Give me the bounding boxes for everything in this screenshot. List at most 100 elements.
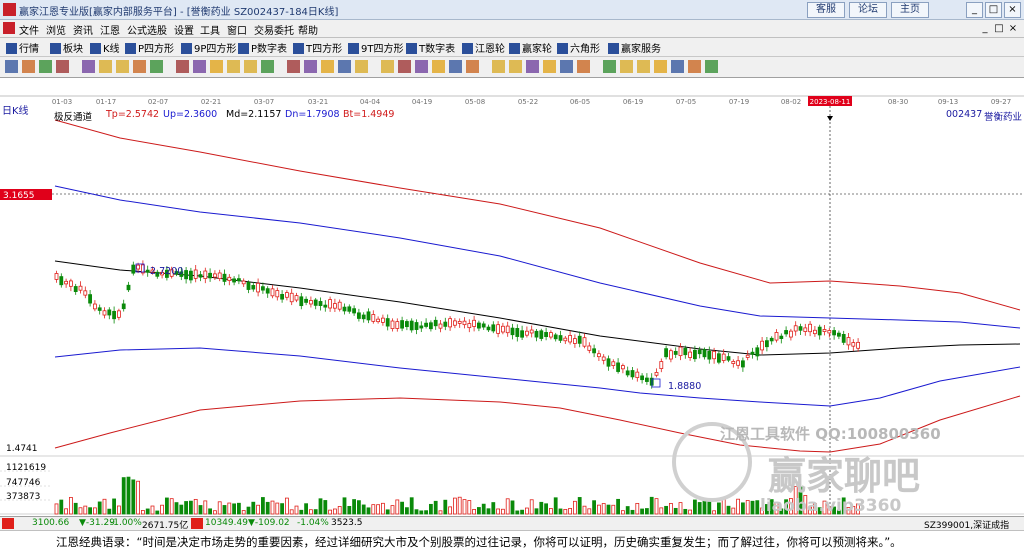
up-band-line [54,185,1021,329]
volume-bar [280,503,285,515]
last-icon[interactable] [210,60,223,73]
diary-icon[interactable] [543,60,556,73]
menu-settings[interactable]: 设置 [174,22,194,37]
arrow-icon[interactable] [466,60,479,73]
up-candle [275,290,280,298]
up-candle [846,337,851,346]
mdi-minimize-button[interactable]: _ [978,23,992,34]
down-candle [640,375,644,381]
forum-link[interactable]: 论坛 [849,2,887,18]
line-icon[interactable] [99,60,112,73]
color-icon[interactable] [654,60,667,73]
sector-button[interactable]: 板块 [50,40,83,55]
volume-bar [635,502,640,515]
maximize-button[interactable]: □ [985,2,1002,18]
gann-wheel-button[interactable]: 江恩轮 [462,40,505,55]
volume-bar [328,509,333,515]
kline-button[interactable]: K线 [90,40,120,55]
up-candle [793,325,798,332]
shrink-icon[interactable] [355,60,368,73]
p-square-button[interactable]: P四方形 [125,40,174,55]
menu-file[interactable]: 文件 [19,22,39,37]
ohlc-icon[interactable] [82,60,95,73]
mdi-close-button[interactable]: × [1006,23,1020,34]
down-candle [491,324,496,332]
up-candle [136,264,141,270]
export-icon[interactable] [603,60,616,73]
up-icon[interactable] [261,60,274,73]
ray-icon[interactable] [432,60,445,73]
winner-wheel-icon [509,43,520,54]
menu-formula-select[interactable]: 公式选股 [127,22,167,37]
kline-chart-panel[interactable]: 01-03 01-17 02-07 02-21 03-07 03-21 04-04 04-19… [0,78,1024,516]
volume-bar [352,499,357,515]
customer-service-link[interactable]: 客服 [807,2,845,18]
first-icon[interactable] [193,60,206,73]
zoom-in-icon[interactable] [304,60,317,73]
volume-bar [505,498,510,515]
expand-icon[interactable] [338,60,351,73]
candle-mode-icon[interactable] [56,60,69,73]
next-stock-icon[interactable] [176,60,189,73]
menu-help[interactable]: 帮助 [298,22,318,37]
volume-bar [669,503,673,515]
left-icon[interactable] [227,60,240,73]
pan-icon[interactable] [133,60,146,73]
menu-gann[interactable]: 江恩 [100,22,120,37]
winner-wheel-button[interactable]: 赢家轮 [509,40,552,55]
up-candle [529,329,534,334]
t-square-button[interactable]: T四方形 [293,40,342,55]
swap-icon[interactable] [637,60,650,73]
9p-square-button[interactable]: 9P四方形 [181,40,236,55]
homepage-link[interactable]: 主页 [891,2,929,18]
down-icon[interactable] [287,60,300,73]
volume-bar [467,500,472,515]
p-square-label: P四方形 [138,44,175,55]
calculator-icon[interactable] [526,60,539,73]
volume-bar [212,510,217,515]
right-icon[interactable] [244,60,257,73]
minimize-button[interactable]: _ [966,2,983,18]
9t-square-button[interactable]: 9T四方形 [348,40,403,55]
window-title: 赢家江恩专业版[赢家内部服务平台] - [誉衡药业 SZ002437-184日K… [19,7,339,18]
down-candle [145,269,150,273]
line-draw-icon[interactable] [415,60,428,73]
crosshair-icon[interactable] [5,60,18,73]
ruler-icon[interactable] [509,60,522,73]
volume-bar [342,497,347,515]
menu-tools[interactable]: 工具 [200,22,220,37]
prev-stock-icon[interactable] [150,60,163,73]
info-icon[interactable] [688,60,701,73]
cross-icon[interactable] [398,60,411,73]
volume-bar [452,497,457,515]
zoom-out-icon[interactable] [321,60,334,73]
mdi-restore-button[interactable]: □ [992,23,1006,34]
flag-icon[interactable] [705,60,718,73]
lock-icon[interactable] [560,60,573,73]
fund-icon[interactable] [116,60,129,73]
print-icon[interactable] [577,60,590,73]
up-candle [822,329,827,332]
menu-logo-icon[interactable] [3,22,15,34]
picture-icon[interactable] [620,60,633,73]
grid-icon[interactable] [492,60,505,73]
gann-quote-bar: 江恩经典语录：“时间是决定市场走势的重要因素，经过详细研究大市及个别股票的过往记… [0,530,1024,552]
zoom-icon[interactable] [22,60,35,73]
sz-index-amount: 3523.5 [331,518,363,528]
menu-info[interactable]: 资讯 [73,22,93,37]
menu-window[interactable]: 窗口 [227,22,247,37]
hexagon-button[interactable]: 六角形 [557,40,600,55]
close-button[interactable]: × [1004,2,1021,18]
menu-trade[interactable]: 交易委托 [254,22,294,37]
hand-icon[interactable] [381,60,394,73]
bar-mode-icon[interactable] [39,60,52,73]
text-icon[interactable] [449,60,462,73]
menu-browse[interactable]: 浏览 [46,22,66,37]
p-number-table-button[interactable]: P数字表 [238,40,287,55]
circle-icon[interactable] [671,60,684,73]
winner-service-button[interactable]: 赢家服务 [608,40,661,55]
up-candle [721,353,726,361]
t-number-table-button[interactable]: T数字表 [406,40,455,55]
up-candle [241,280,246,285]
quotes-button[interactable]: 行情 [6,40,39,55]
